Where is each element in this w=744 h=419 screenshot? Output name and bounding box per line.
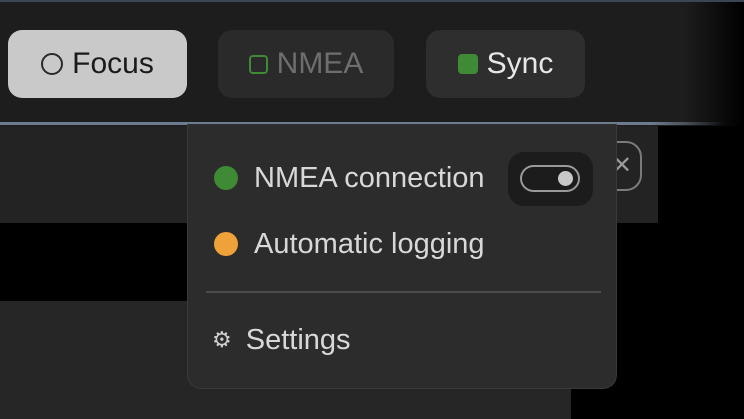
menu-item-settings[interactable]: ⚙ Settings — [212, 314, 351, 366]
menu-item-automatic-logging[interactable]: Automatic logging — [214, 218, 485, 270]
status-dot-icon — [214, 166, 238, 190]
sync-button[interactable]: Sync — [426, 30, 585, 98]
nmea-connection-label: NMEA connection — [254, 161, 485, 194]
nmea-button[interactable]: NMEA — [218, 30, 394, 98]
settings-label: Settings — [245, 323, 351, 356]
sync-label: Sync — [486, 47, 554, 80]
status-dot-icon — [214, 232, 238, 256]
square-filled-icon — [457, 54, 478, 74]
menu-divider — [206, 291, 601, 293]
gear-icon: ⚙ — [212, 327, 232, 352]
nmea-label: NMEA — [276, 47, 364, 80]
circle-outline-icon — [41, 53, 64, 75]
nmea-connection-toggle[interactable] — [520, 165, 580, 192]
sync-dropdown: NMEA connection Automatic logging ⚙ Sett… — [187, 124, 617, 389]
automatic-logging-label: Automatic logging — [254, 227, 485, 260]
top-toolbar: Focus NMEA Sync — [0, 0, 744, 126]
menu-item-nmea-connection[interactable]: NMEA connection — [214, 152, 485, 204]
focus-label: Focus — [72, 47, 154, 80]
nmea-toggle-container — [508, 152, 593, 206]
square-outline-icon — [248, 54, 268, 74]
app-window: ✕ Focus NMEA Sync NMEA connection Automa… — [0, 0, 744, 419]
focus-button[interactable]: Focus — [8, 30, 187, 98]
toggle-knob — [558, 171, 573, 186]
